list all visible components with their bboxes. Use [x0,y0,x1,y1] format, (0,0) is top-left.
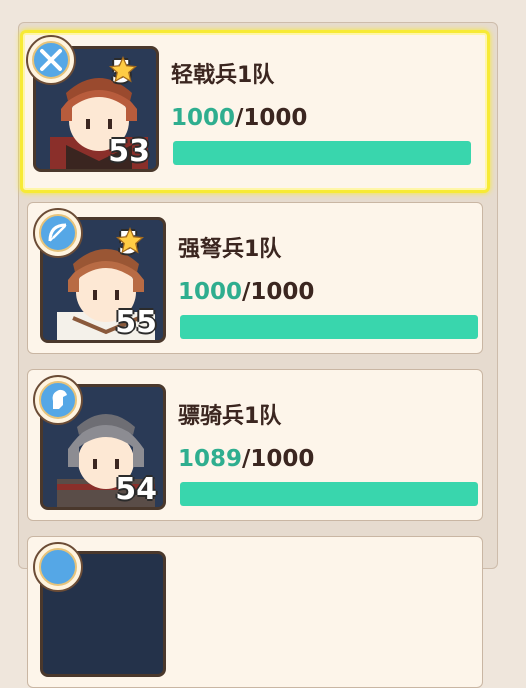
star-icon [115,226,145,254]
troop-bar-fill [180,315,478,339]
troop-current: 1000 [171,105,236,131]
troop-max: 1000 [250,279,315,305]
troop-bar [173,141,471,165]
star-rank: 5 [108,55,138,90]
horse-head-icon [52,389,67,409]
unit-name: 骠骑兵1队 [178,404,282,429]
unit-card-2[interactable]: 5 55 强弩兵1队 1000/1000 [27,202,483,354]
troop-current: 1089 [178,446,243,472]
troop-max: 1000 [250,446,315,472]
troop-max: 1000 [243,105,308,131]
troop-count: 1000/1000 [171,105,307,131]
unit-card-1[interactable]: 5 53 轻戟兵1队 1000/1000 [20,30,490,193]
unit-type-badge [33,542,83,592]
unit-type-badge [33,375,83,425]
unit-card-3[interactable]: 54 骠骑兵1队 1089/1000 [27,369,483,521]
star-icon [108,55,138,83]
troop-bar [180,315,478,339]
troop-count: 1089/1000 [178,446,314,472]
crossed-swords-icon [40,49,62,71]
unit-name: 轻戟兵1队 [171,63,275,88]
unit-type-badge [33,208,83,258]
unit-card-4[interactable] [27,536,483,688]
star-rank: 5 [115,226,145,261]
unit-type-badge [26,35,76,85]
unit-level: 53 [108,134,150,169]
unit-level: 55 [115,305,157,340]
unit-level: 54 [115,472,157,507]
troop-count: 1000/1000 [178,279,314,305]
bow-icon [48,223,67,242]
troop-current: 1000 [178,279,243,305]
troop-bar [180,482,478,506]
troop-bar-fill [180,482,478,506]
unit-name: 强弩兵1队 [178,237,282,262]
troop-bar-fill [173,141,471,165]
